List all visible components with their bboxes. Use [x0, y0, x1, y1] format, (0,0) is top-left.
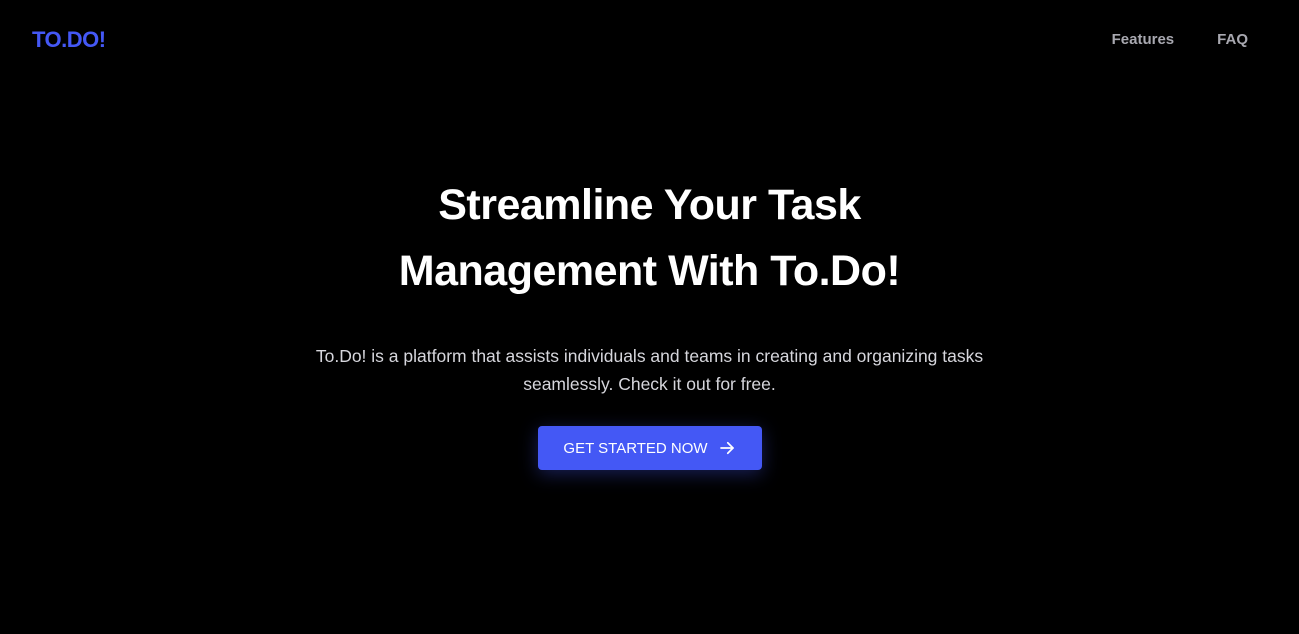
get-started-button-label: GET STARTED NOW [563, 439, 708, 457]
arrow-right-icon [719, 441, 734, 455]
hero-title: Streamline Your Task Management With To.… [330, 172, 970, 304]
nav-links: Features FAQ [1112, 30, 1248, 50]
hero-section: Streamline Your Task Management With To.… [0, 172, 1299, 470]
get-started-button[interactable]: GET STARTED NOW [537, 426, 762, 470]
nav-link-faq[interactable]: FAQ [1217, 30, 1248, 50]
hero-title-line-1: Streamline Your Task [438, 181, 861, 229]
landing-page: TO.DO! Features FAQ Streamline Your Task… [0, 0, 1299, 634]
hero-title-line-2: Management With To.Do! [398, 247, 901, 295]
hero-description: To.Do! is a platform that assists indivi… [315, 346, 984, 394]
navbar: TO.DO! Features FAQ [0, 0, 1299, 80]
nav-link-features[interactable]: Features [1112, 30, 1175, 50]
brand-logo[interactable]: TO.DO! [32, 26, 106, 54]
